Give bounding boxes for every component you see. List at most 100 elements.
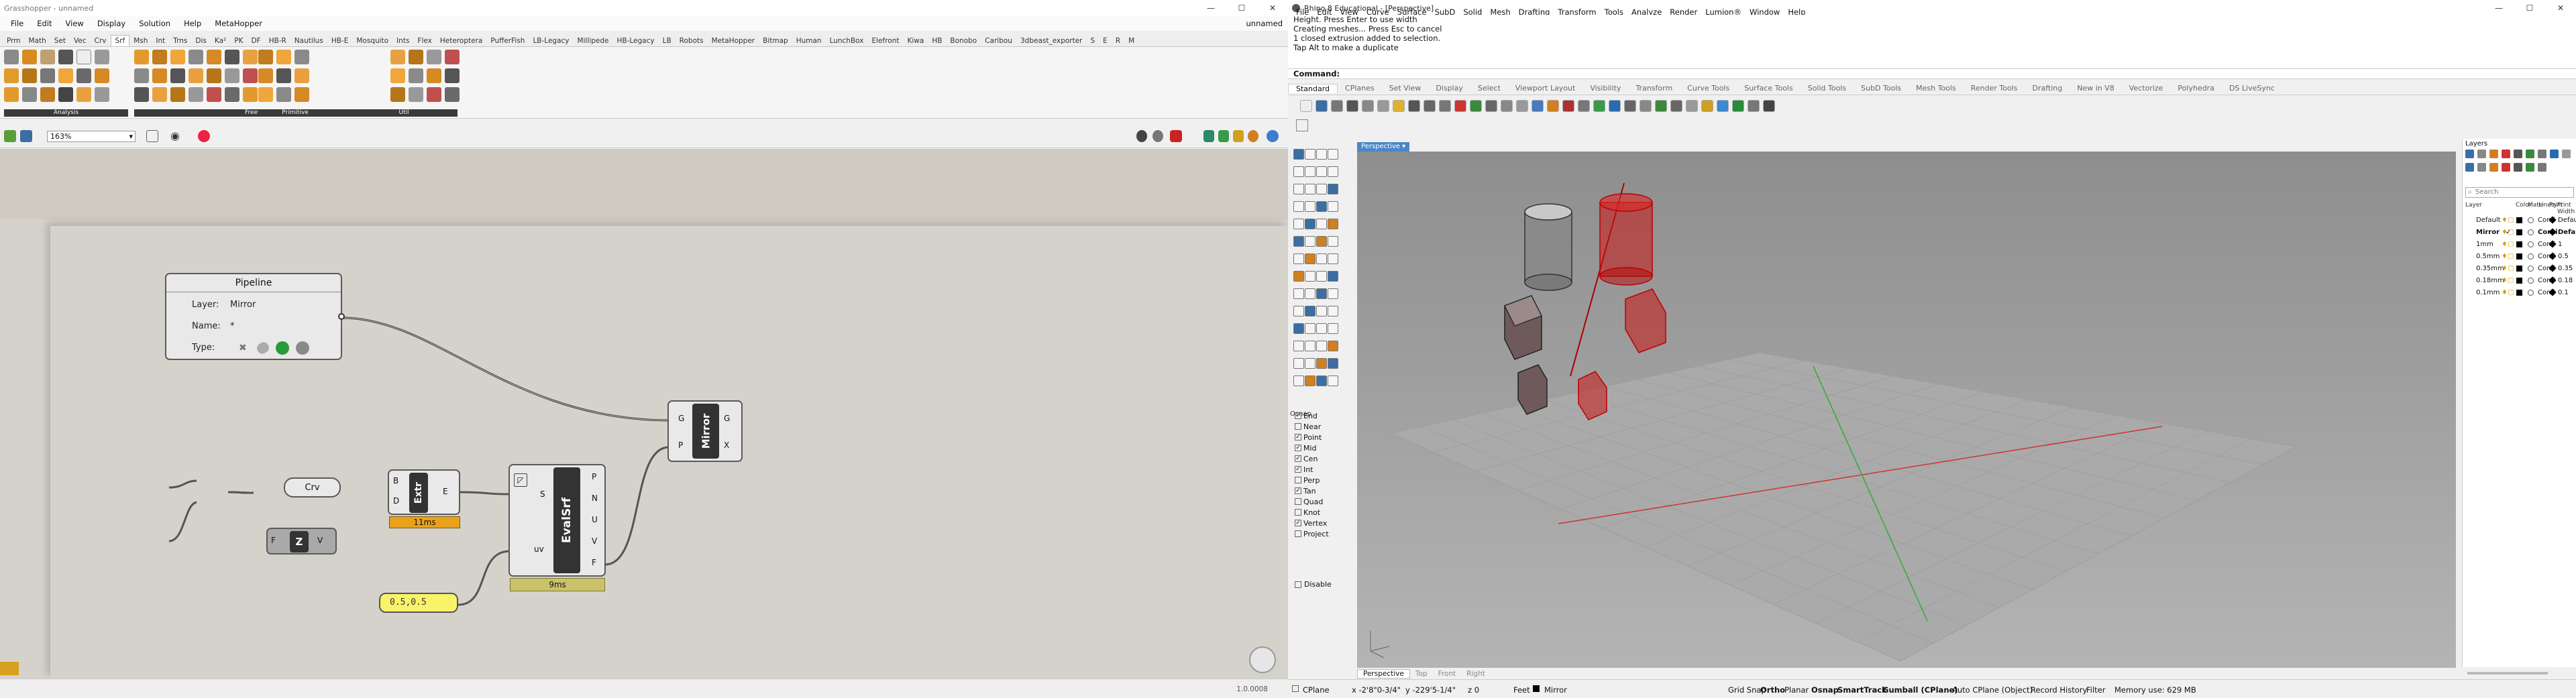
checkbox[interactable]: ✓ bbox=[1295, 466, 1301, 473]
gh-tab[interactable]: HB-E bbox=[327, 36, 353, 46]
component-icon[interactable] bbox=[95, 50, 109, 64]
uv-panel[interactable]: 0.5,0.5 bbox=[379, 593, 458, 613]
checkbox[interactable]: ✓ bbox=[1295, 487, 1301, 494]
command-icon[interactable] bbox=[1316, 236, 1327, 247]
component-icon[interactable] bbox=[134, 68, 149, 83]
toolbar-icon[interactable] bbox=[1316, 100, 1328, 112]
toolbar-icon[interactable] bbox=[1300, 100, 1312, 112]
component-icon[interactable] bbox=[409, 68, 423, 83]
command-icon[interactable] bbox=[1293, 306, 1304, 316]
toolbar-icon[interactable] bbox=[1562, 100, 1574, 112]
gh-tab[interactable]: Mosquito bbox=[352, 36, 392, 46]
gh-tab[interactable]: R bbox=[1112, 36, 1124, 46]
component-icon[interactable] bbox=[390, 50, 405, 64]
command-icon[interactable] bbox=[1316, 358, 1327, 369]
command-icon[interactable] bbox=[1316, 323, 1327, 334]
osnap-disable[interactable]: Disable bbox=[1295, 580, 1332, 589]
rhino-tab[interactable]: Vectorize bbox=[2122, 84, 2171, 93]
gh-menu-view[interactable]: View bbox=[59, 19, 91, 28]
gh-tab[interactable]: Kiwa bbox=[903, 36, 928, 46]
layer-print-width[interactable]: Default bbox=[2558, 229, 2576, 236]
layer-print-width[interactable]: 0.5 bbox=[2558, 253, 2569, 260]
command-icon[interactable] bbox=[1316, 201, 1327, 212]
checkbox[interactable] bbox=[1295, 498, 1301, 505]
command-icon[interactable] bbox=[1293, 271, 1304, 282]
command-icon[interactable] bbox=[1305, 149, 1316, 160]
rhino-tab[interactable]: Mesh Tools bbox=[1909, 84, 1964, 93]
layer-tool-icon[interactable] bbox=[2550, 150, 2559, 158]
layer-tool-icon[interactable] bbox=[2514, 163, 2522, 172]
zoom-extents-icon[interactable] bbox=[146, 130, 158, 142]
component-icon[interactable] bbox=[95, 68, 109, 83]
layer-print-width[interactable]: 1 bbox=[2558, 241, 2562, 248]
layer-color-swatch[interactable] bbox=[2516, 289, 2522, 296]
component-icon[interactable] bbox=[243, 50, 258, 64]
lock-icon[interactable]: ▢ bbox=[2508, 265, 2514, 272]
gh-tab[interactable]: E bbox=[1099, 36, 1112, 46]
checkbox[interactable] bbox=[1295, 581, 1301, 588]
component-icon[interactable] bbox=[4, 87, 19, 102]
component-icon[interactable] bbox=[189, 68, 203, 83]
gh-tab[interactable]: HB bbox=[928, 36, 946, 46]
layer-print-width[interactable]: 0.35 bbox=[2558, 265, 2573, 272]
status-cplane[interactable]: CPlane bbox=[1303, 685, 1330, 695]
command-icon[interactable] bbox=[1293, 184, 1304, 194]
material-icon[interactable] bbox=[2528, 253, 2534, 259]
gh-tab[interactable]: S bbox=[1087, 36, 1099, 46]
osnap-tan[interactable]: ✓ Tan bbox=[1295, 485, 1352, 496]
command-icon[interactable] bbox=[1328, 375, 1338, 386]
command-icon[interactable] bbox=[1293, 166, 1304, 177]
component-icon[interactable] bbox=[189, 87, 203, 102]
command-icon[interactable] bbox=[1316, 271, 1327, 282]
command-icon[interactable] bbox=[1328, 253, 1338, 264]
command-icon[interactable] bbox=[1293, 288, 1304, 299]
command-icon[interactable] bbox=[1316, 341, 1327, 351]
command-icon[interactable] bbox=[1328, 236, 1338, 247]
gh-canvas[interactable]: Pipeline Layer: Mirror Name: * Type: ✖ C… bbox=[0, 149, 1288, 679]
status-record-history[interactable]: Record History bbox=[2031, 685, 2087, 695]
gh-tab[interactable]: Int bbox=[152, 36, 169, 46]
layer-row[interactable]: 0.35mm ♦ ▢ Conti 0.35 bbox=[2463, 262, 2576, 274]
toolbar-icon[interactable] bbox=[1408, 100, 1420, 112]
component-icon[interactable] bbox=[207, 68, 221, 83]
layer-row[interactable]: Mirror✓♦▢ContiDefault bbox=[2463, 226, 2576, 238]
output-grip[interactable] bbox=[338, 313, 345, 320]
layer-row[interactable]: 1mm ♦ ▢ Conti 1 bbox=[2463, 238, 2576, 250]
perspective-viewport[interactable] bbox=[1357, 152, 2456, 668]
rhino-tab[interactable]: Transform bbox=[1628, 84, 1680, 93]
toolbar-icon[interactable] bbox=[1732, 100, 1744, 112]
component-icon[interactable] bbox=[22, 87, 37, 102]
command-icon[interactable] bbox=[1305, 288, 1316, 299]
component-icon[interactable] bbox=[170, 87, 185, 102]
lightbulb-icon[interactable]: ♦ bbox=[2502, 289, 2508, 296]
command-icon[interactable] bbox=[1328, 323, 1338, 334]
layer-tool-icon[interactable] bbox=[2514, 150, 2522, 158]
component-icon[interactable] bbox=[40, 50, 55, 64]
component-icon[interactable] bbox=[294, 50, 309, 64]
command-icon[interactable] bbox=[1316, 288, 1327, 299]
gh-tab[interactable]: Ints bbox=[392, 36, 413, 46]
component-icon[interactable] bbox=[207, 87, 221, 102]
gh-tab[interactable]: Dis bbox=[191, 36, 210, 46]
toolbar-icon[interactable] bbox=[1655, 100, 1667, 112]
rhino-tab[interactable]: Solid Tools bbox=[1801, 84, 1854, 93]
layer-color-swatch[interactable] bbox=[2516, 265, 2522, 272]
layer-tool-icon[interactable] bbox=[2465, 163, 2474, 172]
command-icon[interactable] bbox=[1293, 201, 1304, 212]
layer-row[interactable]: 0.5mm ♦ ▢ Conti 0.5 bbox=[2463, 250, 2576, 262]
command-icon[interactable] bbox=[1316, 166, 1327, 177]
component-icon[interactable] bbox=[152, 87, 167, 102]
component-icon[interactable] bbox=[258, 68, 273, 83]
toolbar-icon[interactable] bbox=[1593, 100, 1605, 112]
command-icon[interactable] bbox=[1328, 306, 1338, 316]
display-icon[interactable] bbox=[1233, 130, 1244, 142]
layer-tool-icon[interactable] bbox=[2477, 163, 2486, 172]
sidebar-toggle-icon[interactable] bbox=[1296, 119, 1308, 131]
domain-icon[interactable]: ◸ bbox=[514, 473, 527, 487]
layer-color-swatch[interactable] bbox=[2516, 241, 2522, 247]
layer-row[interactable]: Default♦▢ContiDefault bbox=[2463, 214, 2576, 226]
toolbar-icon[interactable] bbox=[1578, 100, 1590, 112]
paint-icon[interactable] bbox=[198, 130, 210, 142]
mesh-type-icon[interactable] bbox=[296, 341, 309, 355]
toolbar-icon[interactable] bbox=[1717, 100, 1729, 112]
